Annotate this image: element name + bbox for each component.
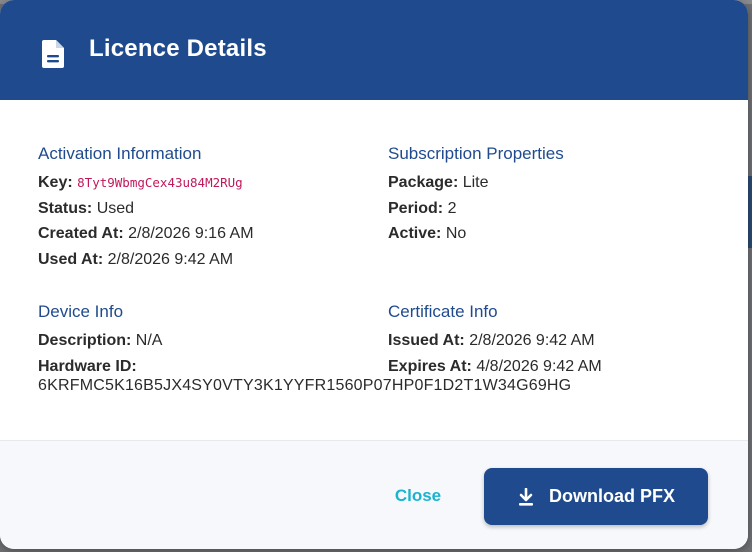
backdrop-edge	[748, 176, 752, 248]
document-icon	[42, 40, 64, 68]
description-label: Description:	[38, 332, 132, 349]
active-value: No	[445, 225, 467, 242]
download-pfx-label: Download PFX	[549, 486, 675, 506]
key-label: Key:	[38, 174, 73, 191]
activation-title: Activation Information	[38, 144, 202, 163]
used-row: Used At: 2/8/2026 9:42 AM	[38, 247, 368, 273]
package-label: Package:	[388, 174, 459, 191]
hardware-id-value: 6KRFMC5K16B5JX4SY0VTY3K1YYFR1560P07HP0F1…	[38, 377, 572, 394]
subscription-title: Subscription Properties	[388, 144, 564, 163]
certificate-section: Certificate Info Issued At: 2/8/2026 9:4…	[388, 302, 718, 379]
status-row: Status: Used	[38, 196, 368, 222]
status-value: Used	[96, 199, 135, 217]
download-pfx-button[interactable]: Download PFX	[484, 468, 708, 525]
active-label: Active:	[388, 225, 442, 242]
period-label: Period:	[388, 199, 444, 217]
package-row: Package: Lite	[388, 170, 718, 196]
description-row: Description: N/A	[38, 328, 368, 354]
hardware-label: Hardware ID:	[38, 357, 137, 375]
device-section: Device Info Description: N/A Hardware ID…	[38, 302, 368, 379]
subscription-section: Subscription Properties Package: Lite Pe…	[388, 144, 718, 247]
activation-section: Activation Information Key: 8Tyt9WbmgCex…	[38, 144, 368, 272]
modal-footer: Close Download PFX	[0, 440, 748, 549]
expires-label: Expires At:	[388, 357, 472, 375]
used-label: Used At:	[38, 250, 104, 268]
expires-value: 4/8/2026 9:42 AM	[476, 357, 602, 375]
licence-details-modal: Licence Details Activation Information K…	[0, 0, 748, 549]
key-row: Key: 8Tyt9WbmgCex43u84M2RUg	[38, 170, 368, 196]
description-value: N/A	[135, 332, 163, 349]
created-row: Created At: 2/8/2026 9:16 AM	[38, 221, 368, 247]
issued-label: Issued At:	[388, 332, 465, 349]
package-value: Lite	[462, 174, 489, 191]
status-label: Status:	[38, 199, 93, 217]
close-button[interactable]: Close	[376, 471, 460, 521]
certificate-title: Certificate Info	[388, 302, 498, 321]
issued-value: 2/8/2026 9:42 AM	[469, 332, 595, 349]
download-icon	[519, 487, 533, 506]
device-title: Device Info	[38, 302, 124, 321]
hardware-row: Hardware ID:	[38, 354, 368, 380]
issued-row: Issued At: 2/8/2026 9:42 AM	[388, 328, 718, 354]
modal-body: Activation Information Key: 8Tyt9WbmgCex…	[0, 100, 748, 440]
created-value: 2/8/2026 9:16 AM	[128, 225, 254, 242]
expires-row: Expires At: 4/8/2026 9:42 AM	[388, 354, 718, 380]
modal-header: Licence Details	[0, 0, 748, 100]
used-value: 2/8/2026 9:42 AM	[107, 250, 234, 268]
period-row: Period: 2	[388, 196, 718, 222]
modal-title: Licence Details	[89, 35, 267, 62]
period-value: 2	[447, 199, 457, 217]
key-value: 8Tyt9WbmgCex43u84M2RUg	[77, 175, 243, 190]
active-row: Active: No	[388, 221, 718, 247]
created-label: Created At:	[38, 225, 124, 242]
